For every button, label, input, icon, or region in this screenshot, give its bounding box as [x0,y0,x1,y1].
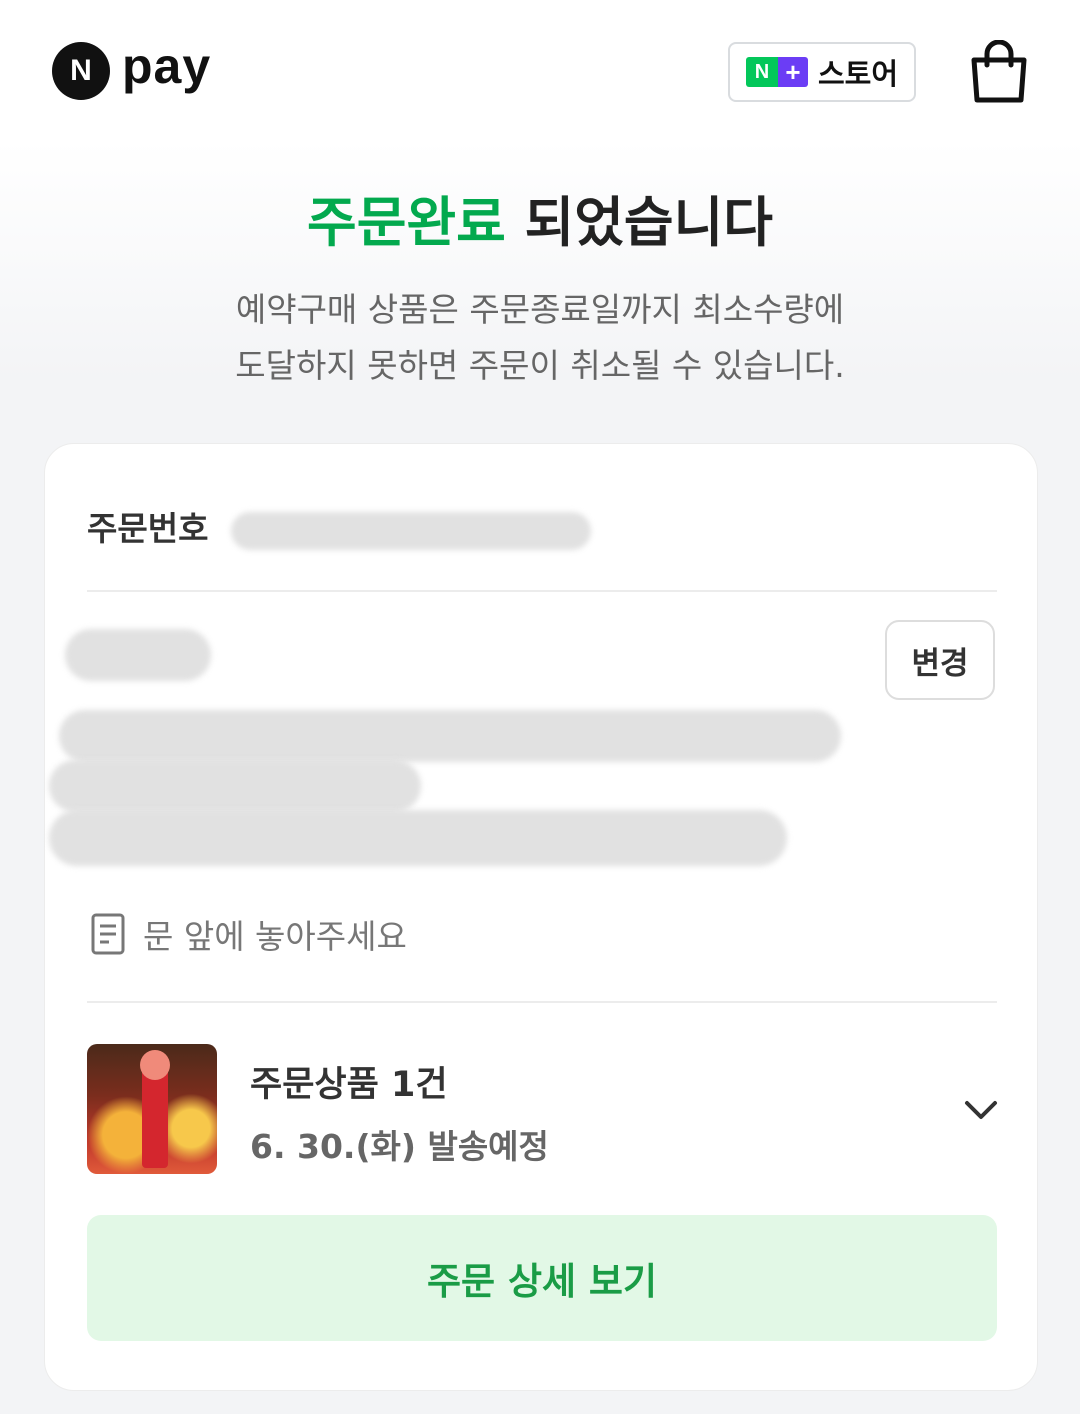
order-number-label: 주문번호 [87,509,209,548]
logo-letter: N [52,42,110,100]
shipping-date: 6. 30.(화) 발송예정 [250,1127,549,1166]
order-summary-card: 주문번호 변경 문 앞에 놓아주세요 주문상품 1건 6. 30.(화) 발송예… [44,443,1038,1391]
recipient-name-redacted [65,629,211,681]
notice-line-1: 예약구매 상품은 주문종료일까지 최소수량에 [235,290,845,329]
document-icon [91,913,125,955]
figure-head-shape [140,1050,170,1080]
naver-plus-badge: N + [745,57,808,87]
address-line-2-redacted [49,760,421,812]
store-label: 스토어 [817,57,899,91]
notice-line-2: 도달하지 못하면 주문이 취소될 수 있습니다. [235,346,845,385]
change-address-button[interactable]: 변경 [885,620,995,700]
naver-plus-store-button[interactable]: N + 스토어 [728,42,916,102]
title-accent: 주문완료 [307,191,506,254]
order-number-redacted [231,512,591,550]
product-thumbnail[interactable] [87,1044,217,1174]
delivery-memo: 문 앞에 놓아주세요 [91,910,407,958]
npay-logo[interactable]: N pay [52,38,211,100]
notice-text: 예약구매 상품은 주문종료일까지 최소수량에 도달하지 못하면 주문이 취소될 … [0,282,1080,394]
view-order-detail-button[interactable]: 주문 상세 보기 [87,1215,997,1341]
shopping-bag-icon[interactable] [968,40,1030,106]
logo-text: pay [122,38,212,94]
title-rest: 되었습니다 [505,191,773,254]
product-count: 주문상품 1건 [250,1065,448,1105]
badge-n: N [745,57,778,87]
address-line-3-redacted [49,810,787,866]
divider [87,1001,997,1003]
chevron-down-icon[interactable] [963,1092,999,1128]
divider [87,590,997,592]
page-title: 주문완료 되었습니다 [0,178,1080,257]
delivery-memo-text: 문 앞에 놓아주세요 [143,917,407,956]
address-line-1-redacted [59,710,841,762]
badge-plus: + [777,57,808,87]
app-header: N pay N + 스토어 [0,0,1080,150]
